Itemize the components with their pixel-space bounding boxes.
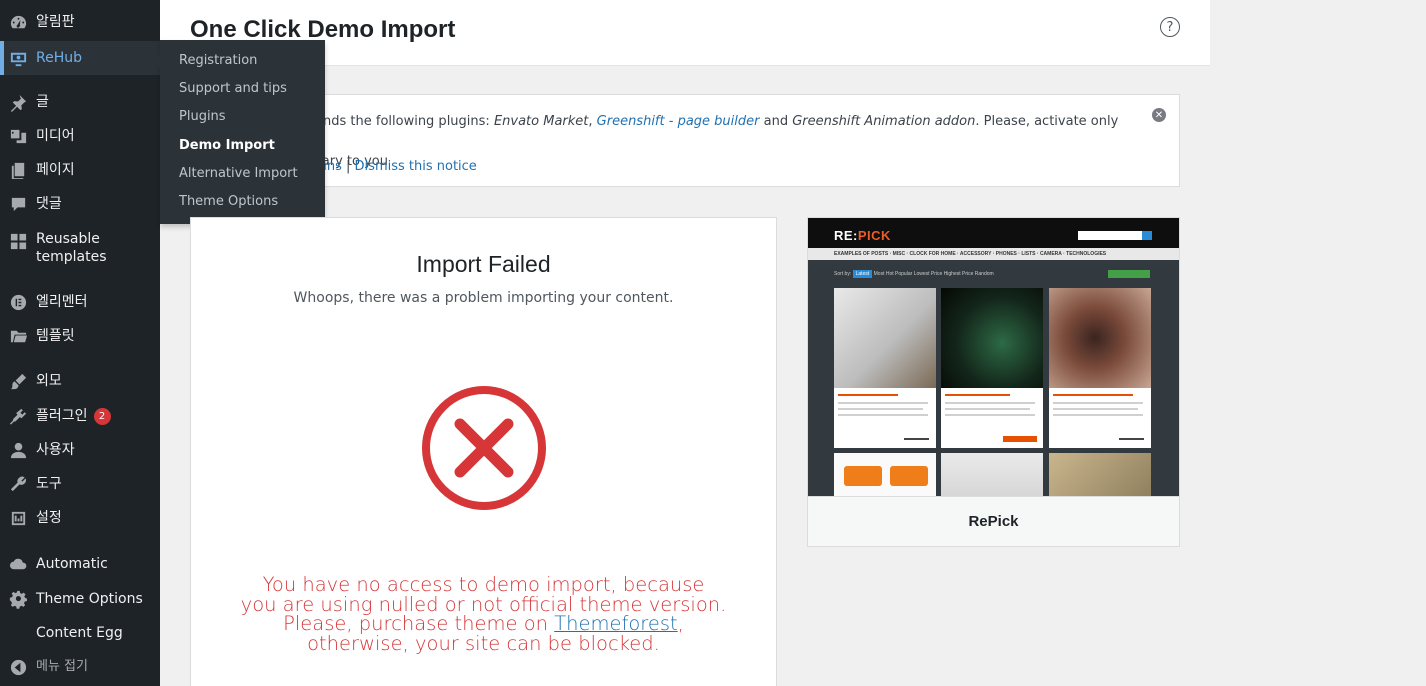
sidebar-item-label: 외모 xyxy=(36,373,62,389)
folder-icon xyxy=(0,327,36,346)
user-icon xyxy=(0,441,36,460)
rehub-submenu: Registration Support and tips Plugins De… xyxy=(153,40,325,224)
dismiss-notice-link[interactable]: Dismiss this notice xyxy=(355,159,477,174)
sidebar-item-label: ReHub xyxy=(36,50,82,66)
import-result-panel: Import Failed Whoops, there was a proble… xyxy=(190,217,777,686)
error-x-icon xyxy=(422,386,546,510)
sidebar-item-plugins[interactable]: 플러그인 2 xyxy=(0,399,160,433)
sidebar-item-label: Automatic xyxy=(36,556,108,572)
submenu-item-registration[interactable]: Registration xyxy=(160,47,325,75)
sidebar-item-appearance[interactable]: 외모 xyxy=(0,364,160,398)
collapse-arrow-icon xyxy=(0,658,36,677)
grid-icon xyxy=(0,230,36,251)
sidebar-item-label: 플러그인 xyxy=(36,408,88,424)
sidebar-item-label: 도구 xyxy=(36,476,62,492)
help-icon[interactable]: ? xyxy=(1160,17,1180,37)
sidebar-item-label: 미디어 xyxy=(36,128,75,144)
demo-card-repick[interactable]: RE:PICK EXAMPLES OF POSTS · MISC · CLOCK… xyxy=(807,217,1180,547)
update-count-badge: 2 xyxy=(93,407,111,425)
sidebar-item-reusable-templates[interactable]: Reusable templates xyxy=(0,230,160,268)
sidebar-item-posts[interactable]: 글 xyxy=(0,85,160,119)
preview-tabs: Sort by: Latest Most Hot Popular Lowest … xyxy=(834,270,994,278)
sidebar-item-elementor[interactable]: 엘리멘터 xyxy=(0,285,160,319)
admin-sidebar: 알림판 ReHub 글 미디어 페이지 댓글 Reusable template… xyxy=(0,0,161,686)
pin-icon xyxy=(0,93,36,112)
sidebar-item-label: 엘리멘터 xyxy=(36,294,88,310)
submenu-item-theme-options[interactable]: Theme Options xyxy=(160,188,325,216)
rehub-icon xyxy=(0,49,36,68)
sidebar-item-label: 글 xyxy=(36,94,49,110)
media-icon xyxy=(0,127,36,146)
sidebar-item-media[interactable]: 미디어 xyxy=(0,119,160,153)
plugin-icon xyxy=(0,407,36,426)
sidebar-item-label: Reusable templates xyxy=(36,231,107,265)
sidebar-item-label: 템플릿 xyxy=(36,328,75,344)
sidebar-item-rehub[interactable]: ReHub xyxy=(0,41,161,75)
import-failed-subtitle: Whoops, there was a problem importing yo… xyxy=(293,290,674,306)
import-failed-title: Import Failed xyxy=(416,251,551,277)
demo-preview-image: RE:PICK EXAMPLES OF POSTS · MISC · CLOCK… xyxy=(808,218,1179,496)
plugin-notice: ends the following plugins: Envato Marke… xyxy=(190,94,1180,187)
collapse-menu-button[interactable]: 메뉴 접기 xyxy=(0,650,160,684)
settings-icon xyxy=(0,509,36,528)
sidebar-item-tools[interactable]: 도구 xyxy=(0,467,160,501)
sidebar-item-content-egg[interactable]: Content Egg xyxy=(0,616,160,650)
sidebar-item-label: Theme Options xyxy=(36,591,143,607)
submenu-item-support[interactable]: Support and tips xyxy=(160,75,325,103)
elementor-icon xyxy=(0,293,36,312)
collapse-menu-label: 메뉴 접기 xyxy=(36,659,88,674)
cloud-icon xyxy=(0,555,36,574)
sidebar-item-pages[interactable]: 페이지 xyxy=(0,153,160,187)
sidebar-item-theme-options[interactable]: Theme Options xyxy=(0,582,160,616)
sidebar-item-label: 페이지 xyxy=(36,162,75,178)
plugin-name: Envato Market xyxy=(493,114,589,129)
sidebar-item-label: 알림판 xyxy=(36,14,75,30)
sidebar-item-automatic[interactable]: Automatic xyxy=(0,547,160,581)
sidebar-item-comments[interactable]: 댓글 xyxy=(0,187,160,221)
submenu-item-alternative-import[interactable]: Alternative Import xyxy=(160,160,325,188)
gear-icon xyxy=(0,590,36,609)
sidebar-item-dashboard[interactable]: 알림판 xyxy=(0,5,160,39)
submenu-item-demo-import[interactable]: Demo Import xyxy=(160,132,325,160)
sidebar-item-users[interactable]: 사용자 xyxy=(0,433,160,467)
plugin-name: Greenshift Animation addon xyxy=(792,114,976,129)
demo-name[interactable]: RePick xyxy=(808,496,1179,546)
error-message: You have no access to demo import, becau… xyxy=(240,573,727,655)
sidebar-item-label: Content Egg xyxy=(36,625,123,641)
close-icon[interactable]: ✕ xyxy=(1152,108,1166,122)
sidebar-item-label: 설정 xyxy=(36,510,62,526)
sidebar-item-templates[interactable]: 템플릿 xyxy=(0,319,160,353)
brush-icon xyxy=(0,372,36,391)
preview-logo: RE:PICK xyxy=(834,228,891,243)
sidebar-item-label: 사용자 xyxy=(36,442,75,458)
sidebar-item-label: 댓글 xyxy=(36,196,62,212)
dashboard-icon xyxy=(0,13,36,32)
sidebar-item-settings[interactable]: 설정 xyxy=(0,501,160,535)
comment-icon xyxy=(0,195,36,214)
preview-nav: EXAMPLES OF POSTS · MISC · CLOCK FOR HOM… xyxy=(834,251,1107,257)
page-icon xyxy=(0,161,36,180)
plugin-link-greenshift[interactable]: Greenshift - page builder xyxy=(597,114,760,129)
wrench-icon xyxy=(0,475,36,494)
submenu-item-plugins[interactable]: Plugins xyxy=(160,103,325,131)
